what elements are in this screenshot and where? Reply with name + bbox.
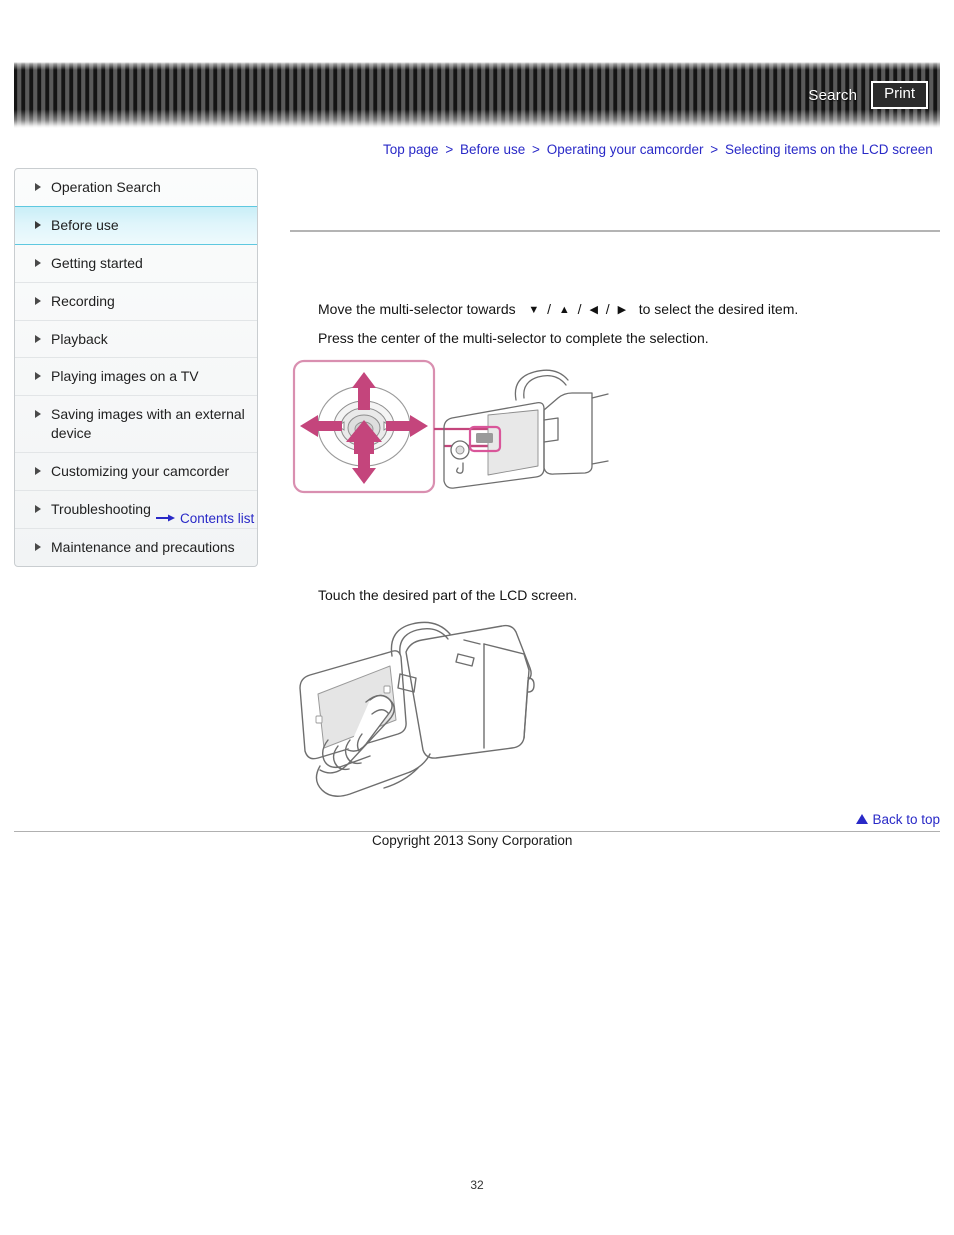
contents-list-link[interactable]: Contents list [156,510,254,526]
triangle-right-icon [35,334,43,343]
glyph-separator: / [605,301,610,317]
breadcrumb-separator: > [532,142,540,157]
sidebar-item-label: Playing images on a TV [51,368,199,385]
sidebar-item-playing-images-on-a-tv[interactable]: Playing images on a TV [15,358,257,397]
instruction-touch-lcd: Touch the desired part of the LCD screen… [318,587,578,603]
arrow-right-icon: ▶ [617,304,627,316]
breadcrumb-separator: > [445,142,454,157]
sidebar-item-getting-started[interactable]: Getting started [15,245,257,283]
sidebar-item-operation-search[interactable]: Operation Search [15,169,257,207]
triangle-right-icon [35,296,43,305]
search-button[interactable]: Search [808,87,857,104]
triangle-right-icon [35,220,43,229]
breadcrumb-separator: > [710,142,719,157]
touch-lcd-illustration [299,621,535,797]
breadcrumb-item-top-page[interactable]: Top page [383,142,439,157]
triangle-right-icon [35,183,43,191]
triangle-right-icon [35,505,43,514]
figure-multi-selector-diagram [292,358,612,496]
content-divider [290,230,940,232]
breadcrumb-item-selecting-items[interactable]: Selecting items on the LCD screen [725,142,933,157]
footer-divider [14,831,940,832]
sidebar-item-customizing-your-camcorder[interactable]: Customizing your camcorder [15,453,257,492]
back-to-top-link[interactable]: Back to top [856,812,940,827]
site-header: Search Print [14,62,940,128]
sidebar-item-maintenance-and-precautions[interactable]: Maintenance and precautions [15,529,257,566]
multi-selector-illustration [292,359,609,494]
triangle-up-icon [856,812,869,827]
triangle-right-icon [35,467,43,476]
breadcrumb-item-before-use[interactable]: Before use [460,142,525,157]
glyph-separator: / [577,301,582,317]
sidebar-nav: Operation Search Before use Getting star… [14,168,258,567]
sidebar-item-label: Getting started [51,254,143,271]
copyright-text: Copyright 2013 Sony Corporation [372,833,573,848]
arrow-left-icon: ◀ [589,304,598,316]
breadcrumb-item-operating-your-camcorder[interactable]: Operating your camcorder [547,142,704,157]
breadcrumb: Top page > Before use > Operating your c… [383,142,933,157]
page-number: 32 [470,1178,484,1192]
sidebar-item-saving-images-external-device[interactable]: Saving images with an external device [15,396,257,454]
sidebar-item-label: Playback [51,330,108,347]
sidebar-item-label: Saving images with an external device [51,406,245,442]
sidebar-item-label: Customizing your camcorder [51,463,230,480]
instruction-press-center: Press the center of the multi-selector t… [318,330,709,346]
header-controls: Search Print [808,62,928,128]
sidebar-item-playback[interactable]: Playback [15,321,257,359]
triangle-right-icon [35,542,43,551]
arrow-up-icon: ▲ [558,304,570,316]
print-button[interactable]: Print [871,81,928,109]
arrow-right-icon [156,511,176,526]
instruction-multi-selector-move: Move the multi-selector towards ▼ / ▲ / … [318,300,798,320]
instruction-suffix-text: to select the desired item. [638,301,799,317]
sidebar-item-label: Before use [51,216,119,233]
sidebar-item-label: Maintenance and precautions [51,538,235,555]
triangle-right-icon [35,372,43,381]
glyph-separator: / [547,301,551,317]
sidebar-item-label: Troubleshooting [51,501,151,518]
sidebar-item-before-use[interactable]: Before use [15,205,257,245]
sidebar-item-label: Operation Search [51,179,161,195]
contents-list-label: Contents list [180,510,255,526]
triangle-right-icon [35,258,43,267]
arrow-down-icon: ▼ [528,304,540,316]
triangle-right-icon [35,410,43,419]
header-fade-overlay [14,62,940,128]
sidebar-item-recording[interactable]: Recording [15,283,257,321]
figure-touch-lcd-screen [288,610,558,800]
sidebar-item-label: Recording [51,292,115,309]
back-to-top-label: Back to top [872,812,940,827]
instruction-prefix-text: Move the multi-selector towards [318,301,516,317]
